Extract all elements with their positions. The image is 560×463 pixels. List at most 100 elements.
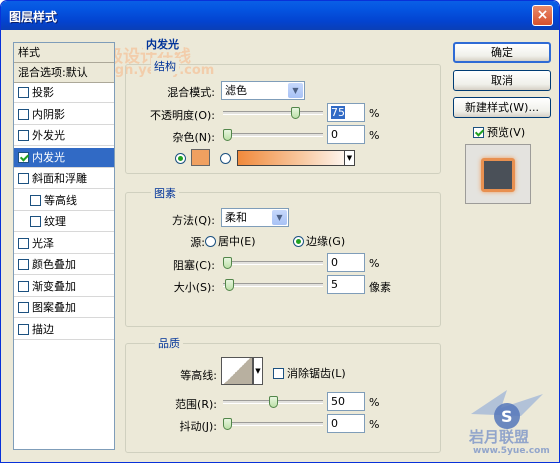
style-item[interactable]: 投影 [14,83,114,103]
style-item[interactable]: 渐变叠加 [14,277,114,297]
antialias-option[interactable]: 消除锯齿(L) [273,365,346,381]
jitter-unit: % [369,418,380,431]
antialias-checkbox[interactable] [273,368,284,379]
opacity-unit: % [369,107,380,120]
style-checkbox[interactable] [18,151,29,163]
size-input[interactable]: 5 [327,275,365,294]
jitter-slider[interactable] [223,418,323,430]
source-center-option[interactable]: 居中(E) [205,233,256,249]
style-checkbox[interactable] [18,302,29,313]
noise-unit: % [369,129,380,142]
layer-style-dialog: 图层样式 × 天极设计在线 dign.yesky.com 样式 混合选项:默认 … [0,0,560,463]
choke-slider[interactable] [223,257,323,269]
style-item[interactable]: 光泽 [14,234,114,254]
preview-square [481,158,515,192]
new-style-button[interactable]: 新建样式(W)... [453,97,551,118]
blend-options-item[interactable]: 混合选项:默认 [14,63,114,83]
noise-slider[interactable] [223,129,323,141]
style-item-label: 投影 [32,86,54,99]
close-icon[interactable]: × [532,5,553,26]
style-item-label: 渐变叠加 [32,279,76,293]
svg-text:S: S [501,407,513,426]
range-slider[interactable] [223,396,323,408]
range-label: 范围(R): [175,398,217,411]
chevron-down-icon[interactable]: ▼ [253,357,263,385]
style-item[interactable]: 描边 [14,320,114,340]
style-checkbox[interactable] [30,216,41,227]
size-unit: 像素 [369,281,391,294]
style-item-label: 颜色叠加 [32,258,76,271]
style-checkbox[interactable] [18,259,29,270]
gradient-radio[interactable] [220,153,231,164]
style-item-label: 斜面和浮雕 [32,172,87,185]
contour-picker[interactable] [221,357,253,385]
solid-color-radio[interactable] [175,153,186,164]
chevron-down-icon: ▼ [272,210,287,225]
style-list: 样式 混合选项:默认 投影内阴影外发光内发光斜面和浮雕等高线纹理光泽颜色叠加渐变… [13,42,115,450]
chevron-down-icon: ▼ [288,83,303,98]
watermark-logo-icon: S [471,390,543,429]
gradient-picker[interactable]: ▼ [237,150,355,166]
slider-thumb[interactable] [223,418,232,430]
preview-thumbnail [465,144,531,204]
chevron-down-icon: ▼ [344,151,354,165]
contour-label: 等高线: [180,369,217,382]
style-item-label: 纹理 [44,215,66,228]
size-slider[interactable] [223,279,323,291]
jitter-input[interactable]: 0 [327,414,365,433]
range-input[interactable]: 50 [327,392,365,411]
style-item[interactable]: 外发光 [14,126,114,146]
source-edge-radio[interactable] [293,236,304,247]
source-edge-option[interactable]: 边缘(G) [293,233,345,249]
style-item[interactable]: 内发光 [14,147,114,168]
style-item[interactable]: 纹理 [14,212,114,232]
style-checkbox[interactable] [18,173,29,184]
style-checkbox[interactable] [18,323,29,335]
blend-mode-select[interactable]: 滤色 ▼ [221,81,305,100]
technique-select[interactable]: 柔和 ▼ [221,208,289,227]
style-item[interactable]: 颜色叠加 [14,255,114,275]
style-checkbox[interactable] [18,108,29,120]
opacity-slider[interactable] [223,107,323,119]
style-checkbox[interactable] [18,130,29,141]
opacity-input[interactable]: 75 [327,103,365,122]
preview-option[interactable]: 预览(V) [473,124,525,140]
window-title: 图层样式 [9,10,58,24]
choke-label: 阻塞(C): [173,259,215,272]
style-item-label: 内发光 [32,150,65,164]
style-item[interactable]: 等高线 [14,191,114,211]
cancel-button[interactable]: 取消 [453,70,551,91]
jitter-label: 抖动(J): [179,420,217,433]
noise-input[interactable]: 0 [327,125,365,144]
blend-mode-label: 混合模式: [167,86,215,99]
style-item-label: 内阴影 [32,107,65,121]
slider-thumb[interactable] [291,107,301,119]
style-checkbox[interactable] [18,87,29,98]
range-unit: % [369,396,380,409]
style-item-label: 光泽 [32,236,54,250]
choke-unit: % [369,257,380,270]
ok-button[interactable]: 确定 [453,42,551,63]
slider-thumb[interactable] [223,129,232,141]
style-item[interactable]: 斜面和浮雕 [14,169,114,189]
opacity-label: 不透明度(O): [150,109,215,122]
style-checkbox[interactable] [18,280,29,292]
choke-input[interactable]: 0 [327,253,365,272]
style-checkbox[interactable] [18,237,29,249]
size-label: 大小(S): [173,281,215,294]
structure-title: 结构 [151,58,179,74]
elements-title: 图素 [151,185,179,201]
style-item-label: 等高线 [44,193,77,207]
source-label: 源: [190,236,205,249]
slider-thumb[interactable] [224,279,234,291]
style-item[interactable]: 图案叠加 [14,298,114,318]
preview-checkbox[interactable] [473,127,484,138]
style-checkbox[interactable] [30,194,41,206]
glow-color-swatch[interactable] [191,149,210,166]
slider-thumb[interactable] [268,396,278,408]
slider-thumb[interactable] [223,257,232,269]
source-center-radio[interactable] [205,236,216,247]
technique-label: 方法(Q): [172,214,215,227]
style-list-header[interactable]: 样式 [14,43,114,63]
style-item[interactable]: 内阴影 [14,105,114,125]
